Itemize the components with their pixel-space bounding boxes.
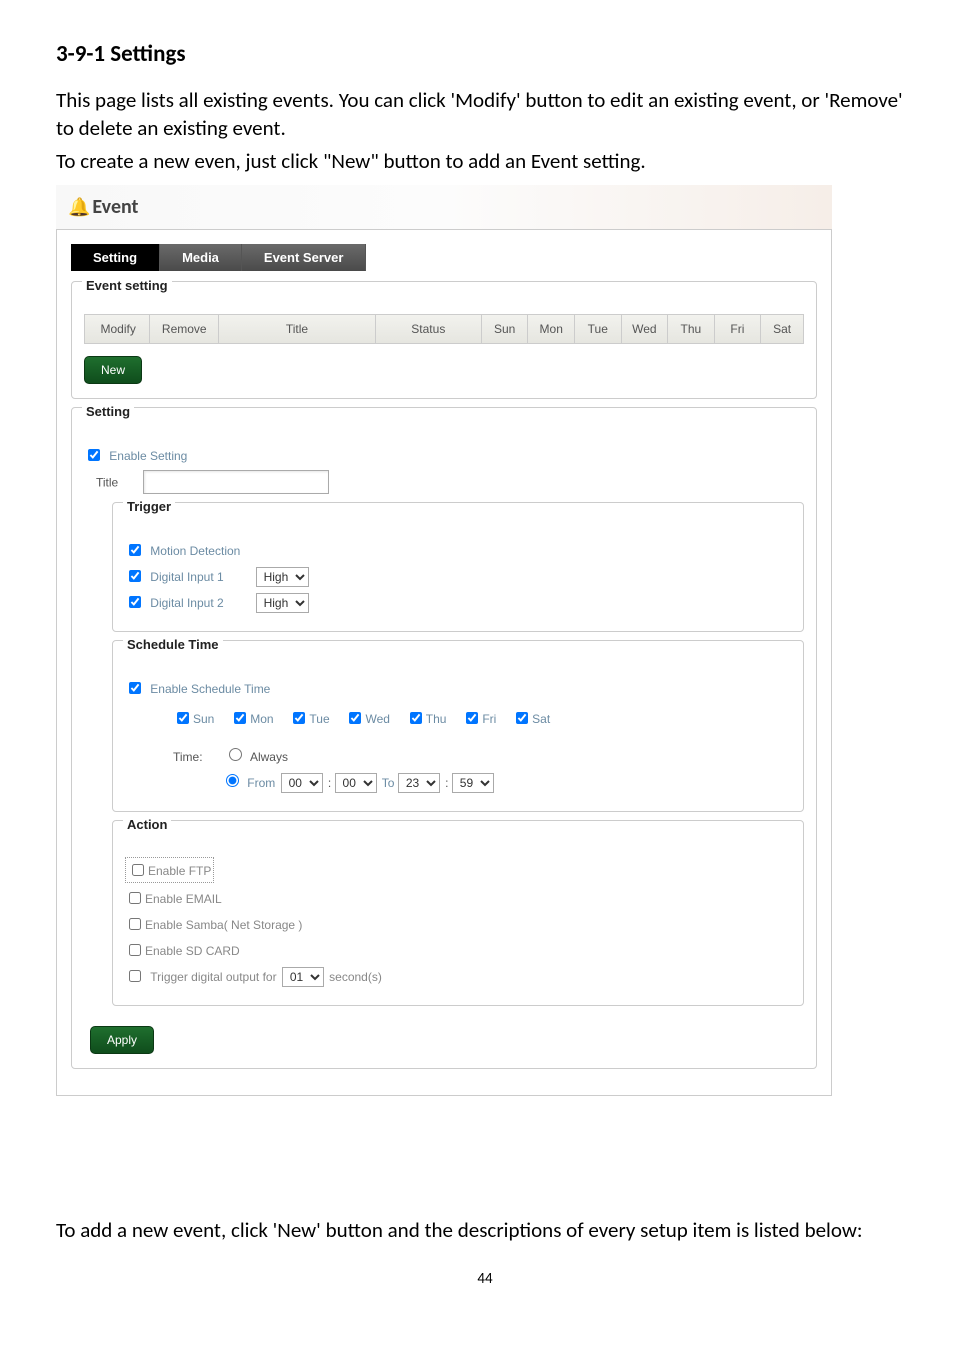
trigger-fieldset: Trigger Motion Detection Digital Input 1… bbox=[112, 502, 804, 632]
schedule-legend: Schedule Time bbox=[123, 637, 223, 652]
trigger-output-label-2: second(s) bbox=[329, 970, 382, 984]
to-hour-select[interactable]: 23 bbox=[398, 773, 440, 793]
new-button[interactable]: New bbox=[84, 356, 142, 384]
enable-email-checkbox[interactable] bbox=[129, 892, 141, 904]
action-legend: Action bbox=[123, 817, 171, 832]
event-table-header: Modify Remove Title Status Sun Mon Tue W… bbox=[84, 314, 804, 344]
col-modify: Modify bbox=[85, 315, 150, 343]
time-always-radio[interactable] bbox=[229, 748, 242, 761]
col-tue: Tue bbox=[575, 315, 622, 343]
body-paragraph-1: This page lists all existing events. You… bbox=[56, 86, 914, 143]
bell-icon: 🔔 bbox=[68, 196, 90, 218]
to-min-select[interactable]: 59 bbox=[452, 773, 494, 793]
col-sat: Sat bbox=[761, 315, 803, 343]
apply-button[interactable]: Apply bbox=[90, 1026, 154, 1054]
day-sat-checkbox[interactable] bbox=[516, 712, 528, 724]
enable-setting-label: Enable Setting bbox=[109, 449, 187, 463]
digital-input-1-select[interactable]: High bbox=[256, 567, 309, 587]
day-thu-label: Thu bbox=[426, 712, 447, 726]
tab-setting[interactable]: Setting bbox=[71, 244, 160, 271]
digital-input-2-label: Digital Input 2 bbox=[150, 596, 250, 610]
day-fri-label: Fri bbox=[482, 712, 496, 726]
col-status: Status bbox=[376, 315, 482, 343]
schedule-fieldset: Schedule Time Enable Schedule Time Sun M… bbox=[112, 640, 804, 812]
col-fri: Fri bbox=[715, 315, 762, 343]
time-label: Time: bbox=[173, 750, 203, 764]
enable-email-label: Enable EMAIL bbox=[145, 892, 222, 906]
day-mon-checkbox[interactable] bbox=[234, 712, 246, 724]
day-wed-checkbox[interactable] bbox=[349, 712, 361, 724]
section-heading: 3-9-1 Settings bbox=[56, 40, 914, 68]
day-wed-label: Wed bbox=[365, 712, 389, 726]
enable-ftp-label: Enable FTP bbox=[148, 864, 211, 878]
event-panel: 🔔Event Setting Media Event Server Event … bbox=[56, 185, 832, 1096]
day-thu-checkbox[interactable] bbox=[410, 712, 422, 724]
from-hour-select[interactable]: 00 bbox=[281, 773, 323, 793]
from-min-select[interactable]: 00 bbox=[335, 773, 377, 793]
digital-input-2-select[interactable]: High bbox=[256, 593, 309, 613]
event-panel-title: 🔔Event bbox=[56, 185, 832, 229]
col-remove: Remove bbox=[150, 315, 219, 343]
day-sat-label: Sat bbox=[532, 712, 550, 726]
event-title-text: Event bbox=[92, 195, 138, 219]
trigger-output-checkbox[interactable] bbox=[129, 970, 141, 982]
page-number: 44 bbox=[56, 1270, 914, 1288]
enable-ftp-checkbox[interactable] bbox=[132, 864, 144, 876]
motion-detection-checkbox[interactable] bbox=[129, 544, 141, 556]
day-sun-checkbox[interactable] bbox=[177, 712, 189, 724]
motion-detection-label: Motion Detection bbox=[150, 544, 240, 558]
day-tue-checkbox[interactable] bbox=[293, 712, 305, 724]
enable-sdcard-checkbox[interactable] bbox=[129, 944, 141, 956]
action-fieldset: Action Enable FTP Enable EMAIL Enable Sa… bbox=[112, 820, 804, 1006]
setting-legend: Setting bbox=[82, 404, 134, 419]
day-tue-label: Tue bbox=[309, 712, 329, 726]
day-fri-checkbox[interactable] bbox=[466, 712, 478, 724]
body-paragraph-3: To add a new event, click 'New' button a… bbox=[56, 1216, 914, 1244]
digital-input-1-checkbox[interactable] bbox=[129, 570, 141, 582]
digital-input-2-checkbox[interactable] bbox=[129, 596, 141, 608]
day-sun-label: Sun bbox=[193, 712, 214, 726]
event-setting-fieldset: Event setting Modify Remove Title Status… bbox=[71, 281, 817, 399]
colon-2: : bbox=[445, 776, 452, 790]
col-mon: Mon bbox=[528, 315, 575, 343]
body-paragraph-2: To create a new even, just click "New" b… bbox=[56, 147, 914, 175]
tabs: Setting Media Event Server bbox=[71, 244, 817, 271]
trigger-legend: Trigger bbox=[123, 499, 175, 514]
title-input[interactable] bbox=[143, 470, 329, 494]
enable-setting-checkbox[interactable] bbox=[88, 449, 100, 461]
enable-samba-label: Enable Samba( Net Storage ) bbox=[145, 918, 302, 932]
time-from-label: From bbox=[247, 776, 275, 790]
tab-media[interactable]: Media bbox=[160, 244, 242, 271]
enable-sdcard-label: Enable SD CARD bbox=[145, 944, 240, 958]
title-label: Title bbox=[96, 476, 118, 490]
trigger-output-seconds-select[interactable]: 01 bbox=[282, 967, 324, 987]
col-wed: Wed bbox=[622, 315, 669, 343]
trigger-output-label-1: Trigger digital output for bbox=[150, 970, 276, 984]
time-from-radio[interactable] bbox=[226, 774, 239, 787]
time-to-label: To bbox=[382, 776, 398, 790]
enable-schedule-label: Enable Schedule Time bbox=[150, 682, 270, 696]
event-setting-legend: Event setting bbox=[82, 278, 172, 293]
day-mon-label: Mon bbox=[250, 712, 273, 726]
colon-1: : bbox=[328, 776, 335, 790]
enable-samba-checkbox[interactable] bbox=[129, 918, 141, 930]
col-thu: Thu bbox=[668, 315, 715, 343]
setting-fieldset: Setting Enable Setting Title Trigger Mot… bbox=[71, 407, 817, 1069]
time-always-label: Always bbox=[250, 750, 288, 764]
tab-event-server[interactable]: Event Server bbox=[242, 244, 367, 271]
col-sun: Sun bbox=[482, 315, 529, 343]
digital-input-1-label: Digital Input 1 bbox=[150, 570, 250, 584]
enable-schedule-checkbox[interactable] bbox=[129, 682, 141, 694]
col-title: Title bbox=[219, 315, 376, 343]
